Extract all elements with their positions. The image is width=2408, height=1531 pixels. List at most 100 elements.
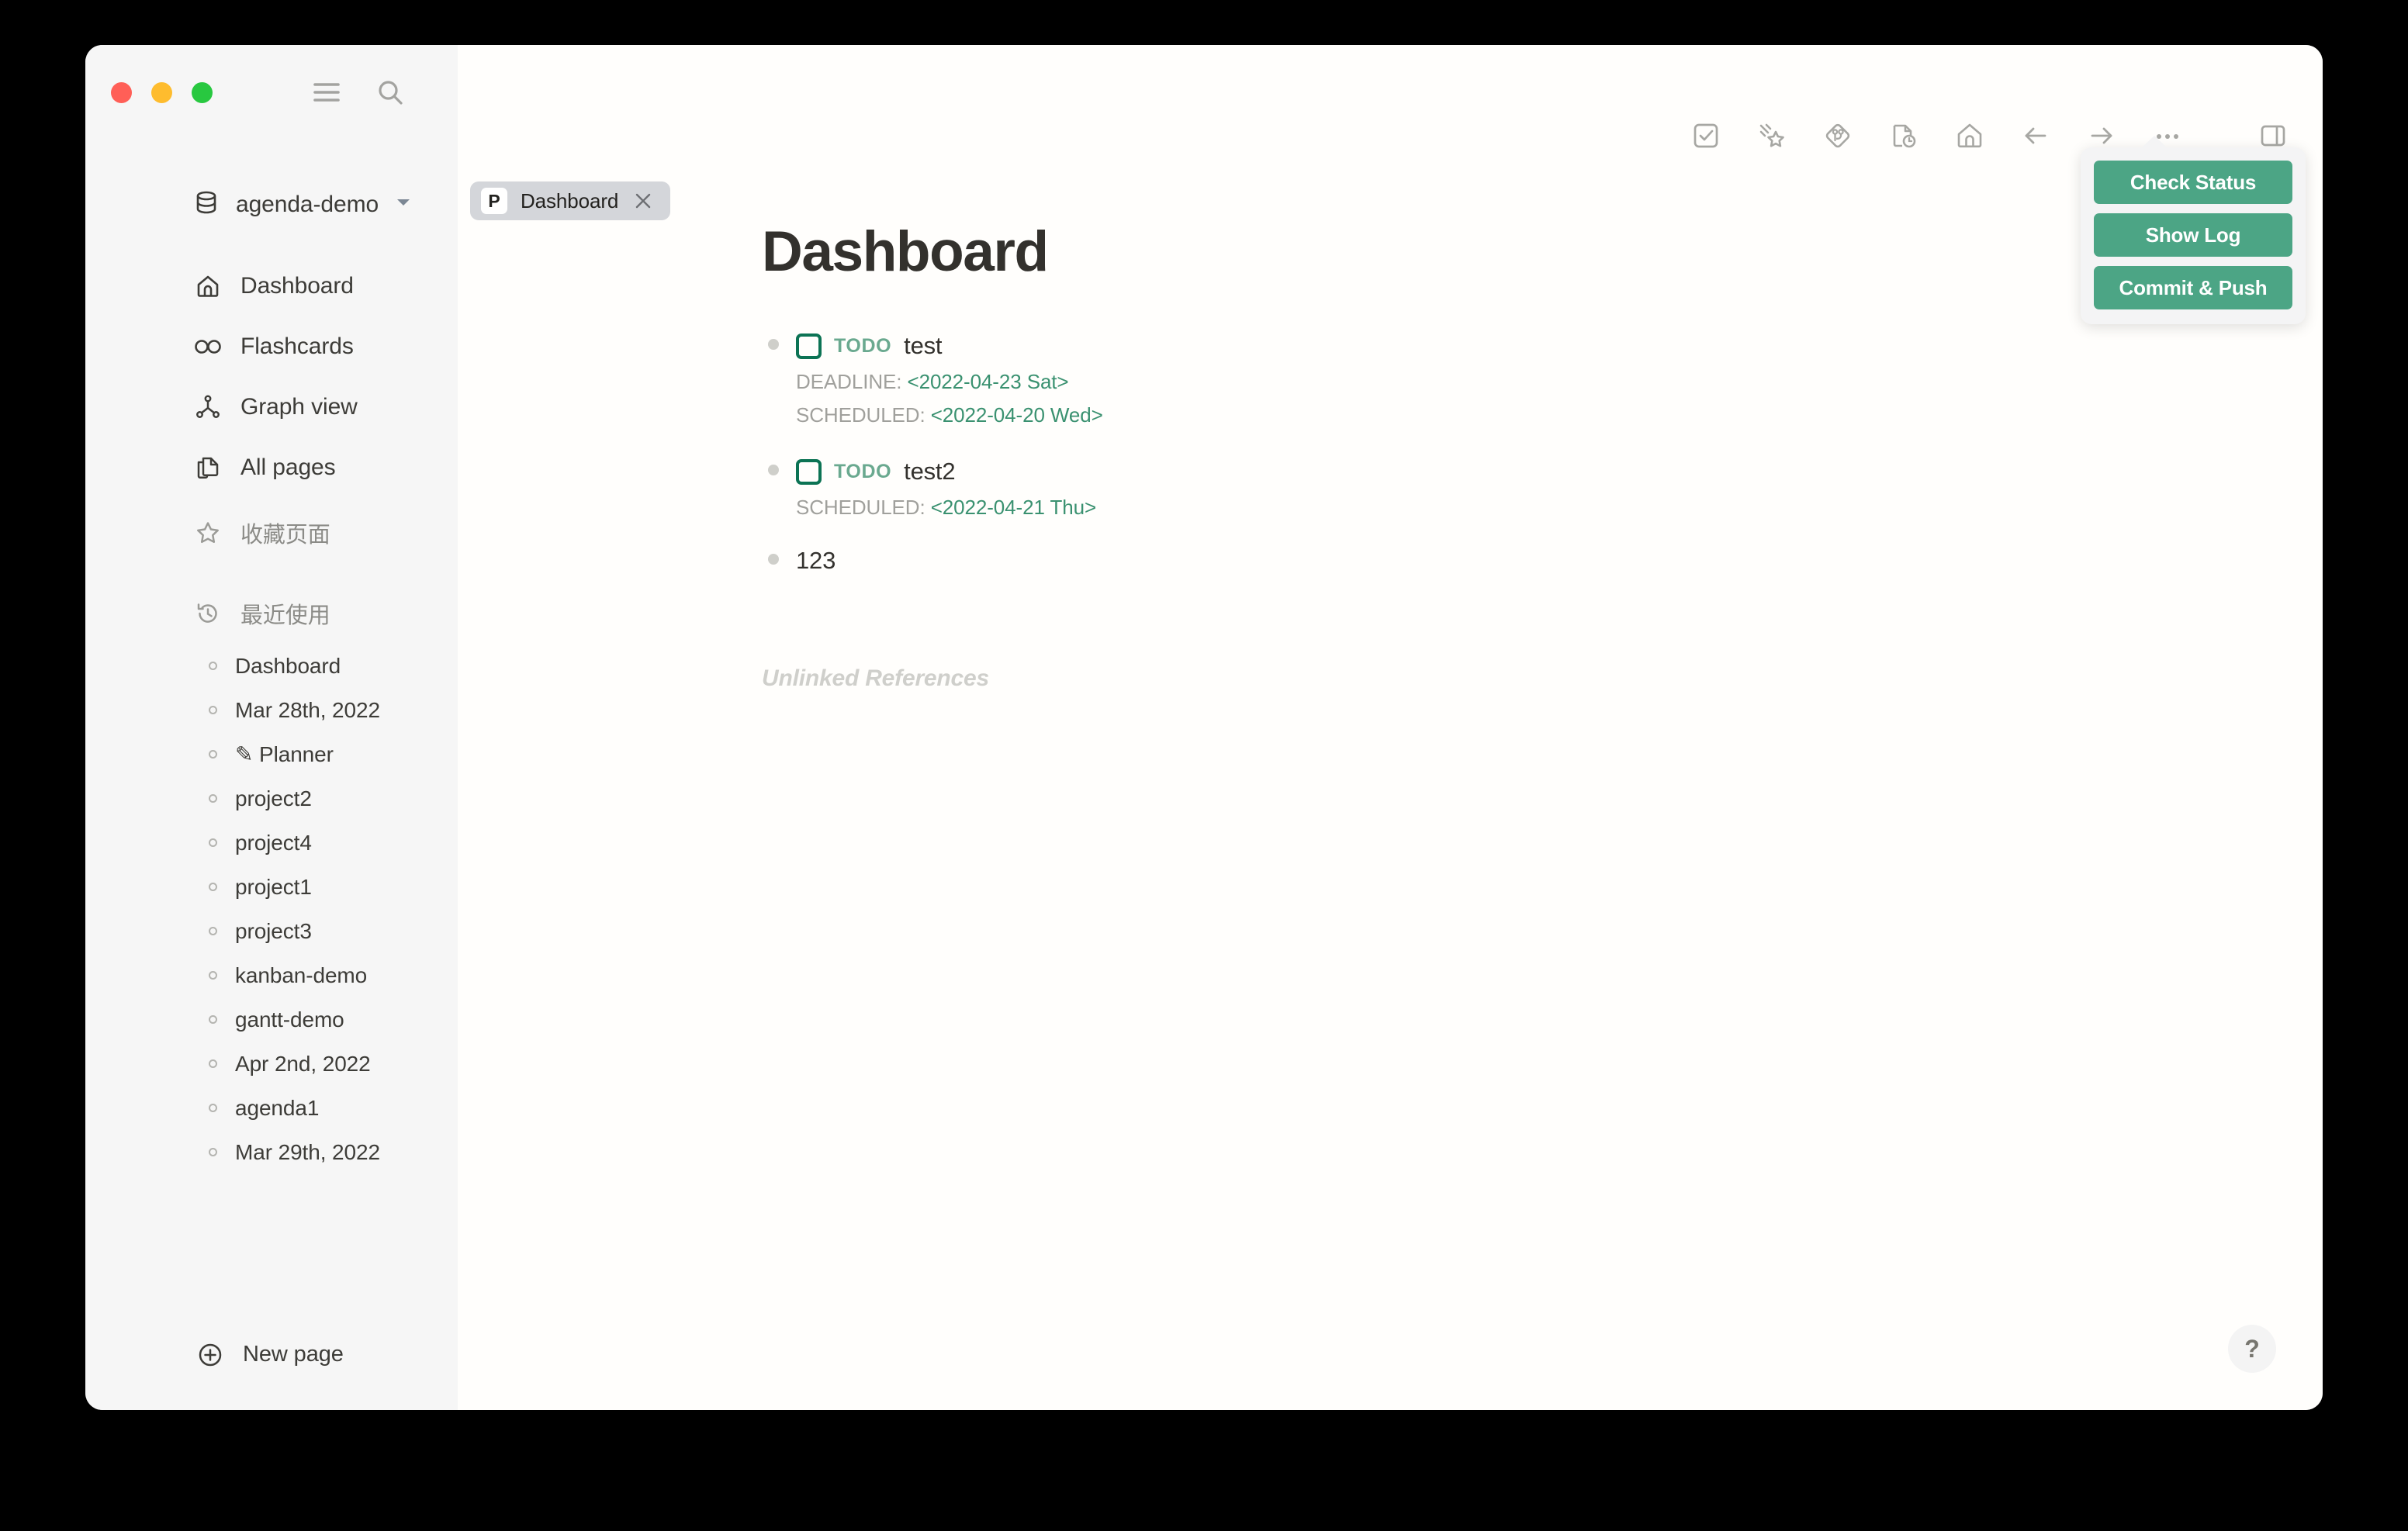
favorites-section-header[interactable]: 收藏页面 — [194, 517, 330, 549]
recent-page-label: kanban-demo — [235, 962, 368, 987]
todo-text: test — [904, 332, 943, 359]
recent-section-header[interactable]: 最近使用 — [194, 597, 330, 630]
hamburger-menu-icon[interactable] — [313, 82, 340, 102]
bullet-icon — [209, 927, 217, 935]
bullet-icon — [209, 1059, 217, 1068]
bullet-icon — [768, 339, 779, 350]
search-icon[interactable] — [377, 79, 403, 105]
block-text: 123 — [796, 547, 836, 574]
show-log-button[interactable]: Show Log — [2094, 213, 2292, 257]
list-item[interactable]: project4 — [206, 821, 462, 865]
sidebar-item-label: Graph view — [240, 394, 358, 420]
block-todo-1[interactable]: TODO test DEADLINE: <2022-04-23 Sat> SCH… — [762, 328, 2081, 430]
plus-circle-icon — [196, 1343, 224, 1367]
todo-row: TODO test2 — [796, 454, 2081, 489]
new-page-label: New page — [243, 1342, 344, 1367]
deadline-label: DEADLINE: — [796, 370, 902, 393]
recent-page-label: Mar 28th, 2022 — [235, 697, 380, 722]
home-button[interactable] — [1953, 119, 1987, 153]
help-button[interactable]: ? — [2228, 1325, 2276, 1373]
sidebar-item-dashboard[interactable]: Dashboard — [194, 256, 450, 316]
scheduled-value[interactable]: <2022-04-20 Wed> — [931, 403, 1103, 427]
todo-text: test2 — [904, 458, 956, 485]
recent-page-label: gantt-demo — [235, 1007, 344, 1032]
bullet-icon — [209, 706, 217, 714]
bullet-icon — [209, 883, 217, 891]
deadline-value[interactable]: <2022-04-23 Sat> — [908, 370, 1069, 393]
bullet-icon — [209, 838, 217, 847]
list-item[interactable]: ✎ Planner — [206, 732, 462, 776]
todo-checkbox[interactable] — [796, 458, 822, 485]
sidebar: agenda-demo Dashboard Flashcards Graph v… — [85, 45, 458, 1410]
bullet-icon — [209, 1104, 217, 1112]
todo-marker: TODO — [834, 460, 892, 482]
recent-pages-list: Dashboard Mar 28th, 2022 ✎ Planner proje… — [206, 644, 462, 1174]
back-button[interactable] — [2019, 119, 2053, 153]
tab-dashboard[interactable]: P Dashboard — [470, 181, 671, 220]
list-item[interactable]: kanban-demo — [206, 953, 462, 997]
repo-name: agenda-demo — [236, 191, 379, 217]
chevron-down-icon — [396, 197, 411, 212]
bullet-icon — [768, 465, 779, 475]
bullet-icon — [209, 794, 217, 803]
block-text-3[interactable]: 123 — [762, 543, 2081, 579]
close-icon[interactable] — [631, 189, 655, 213]
sidebar-item-label: Flashcards — [240, 334, 354, 359]
list-item[interactable]: project1 — [206, 865, 462, 909]
sidebar-item-label: Dashboard — [240, 273, 354, 299]
check-status-button[interactable]: Check Status — [2094, 161, 2292, 204]
scheduled-row: SCHEDULED: <2022-04-20 Wed> — [796, 399, 2081, 430]
sidebar-item-graph-view[interactable]: Graph view — [194, 377, 450, 437]
tab-bar: P Dashboard — [470, 181, 671, 220]
bullet-icon — [209, 1148, 217, 1156]
tasks-button[interactable] — [1689, 119, 1723, 153]
recent-page-label: Mar 29th, 2022 — [235, 1139, 380, 1164]
recent-page-label: agenda1 — [235, 1095, 320, 1120]
bullet-icon — [209, 750, 217, 759]
sidebar-item-label: All pages — [240, 454, 336, 480]
recent-page-label: Apr 2nd, 2022 — [235, 1051, 371, 1076]
repo-selector[interactable]: agenda-demo — [194, 190, 411, 219]
todo-checkbox[interactable] — [796, 333, 822, 359]
app-window: agenda-demo Dashboard Flashcards Graph v… — [85, 45, 2323, 1410]
recent-page-label: project3 — [235, 918, 312, 943]
window-controls — [111, 82, 213, 103]
list-item[interactable]: gantt-demo — [206, 997, 462, 1042]
block-todo-2[interactable]: TODO test2 SCHEDULED: <2022-04-21 Thu> — [762, 454, 2081, 523]
todo-row: TODO test — [796, 328, 2081, 364]
history-clock-icon — [194, 601, 222, 626]
favorites-label: 收藏页面 — [240, 523, 330, 548]
list-item[interactable]: Dashboard — [206, 644, 462, 688]
commit-and-push-button[interactable]: Commit & Push — [2094, 266, 2292, 309]
list-item[interactable]: agenda1 — [206, 1086, 462, 1130]
todo-marker: TODO — [834, 334, 892, 357]
journal-button[interactable] — [1887, 119, 1921, 153]
list-item[interactable]: Mar 29th, 2022 — [206, 1130, 462, 1174]
git-button[interactable] — [1821, 119, 1855, 153]
unlinked-references-header[interactable]: Unlinked References — [762, 665, 2081, 692]
new-page-button[interactable]: New page — [196, 1342, 344, 1367]
bullet-icon — [768, 554, 779, 565]
list-item[interactable]: project3 — [206, 909, 462, 953]
star-icon — [194, 520, 222, 545]
bullet-icon — [209, 662, 217, 670]
maximize-window-button[interactable] — [192, 82, 213, 103]
infinity-icon — [194, 338, 222, 355]
sidebar-item-all-pages[interactable]: All pages — [194, 437, 450, 498]
scheduled-label: SCHEDULED: — [796, 403, 925, 427]
list-item[interactable]: project2 — [206, 776, 462, 821]
flashcards-button[interactable] — [1755, 119, 1789, 153]
recent-page-label: project1 — [235, 874, 312, 899]
minimize-window-button[interactable] — [151, 82, 172, 103]
list-item[interactable]: Apr 2nd, 2022 — [206, 1042, 462, 1086]
recent-page-label: project4 — [235, 830, 312, 855]
close-window-button[interactable] — [111, 82, 132, 103]
scheduled-label: SCHEDULED: — [796, 496, 925, 519]
sidebar-item-flashcards[interactable]: Flashcards — [194, 316, 450, 377]
scheduled-row: SCHEDULED: <2022-04-21 Thu> — [796, 492, 2081, 523]
bullet-icon — [209, 1015, 217, 1024]
main-content: P Dashboard Dashboard TODO test DEADLINE… — [458, 45, 2323, 1410]
list-item[interactable]: Mar 28th, 2022 — [206, 688, 462, 732]
scheduled-value[interactable]: <2022-04-21 Thu> — [931, 496, 1096, 519]
recent-page-label: ✎ Planner — [235, 742, 334, 766]
